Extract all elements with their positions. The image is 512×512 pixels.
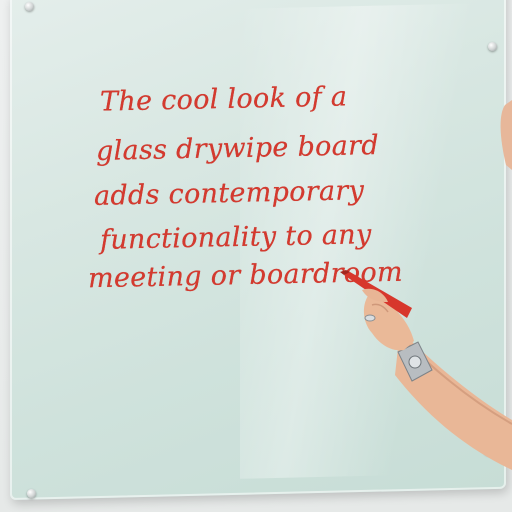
photo-scene: The cool look of a glass drywipe board a… — [0, 0, 512, 512]
ring — [364, 314, 376, 322]
right-hand-at-edge — [500, 100, 512, 170]
hand-with-marker — [340, 100, 512, 470]
